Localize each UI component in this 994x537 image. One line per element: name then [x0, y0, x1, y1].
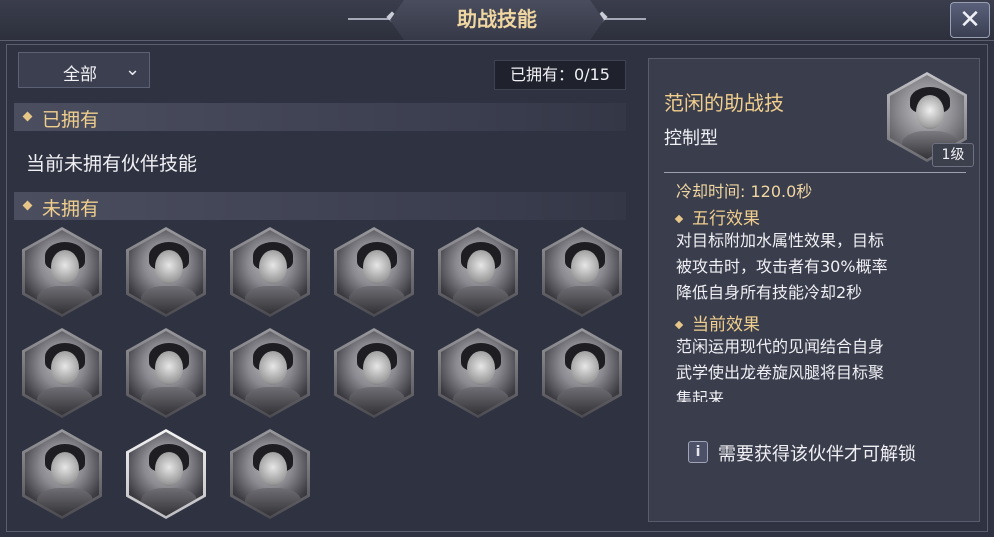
- long-hair-man-portrait: [25, 331, 99, 415]
- youth-crown-portrait: [441, 331, 515, 415]
- hooded-elder-portrait: [25, 230, 99, 314]
- five-elements-title-text: 五行效果: [692, 209, 760, 229]
- young-woman-portrait: [545, 331, 619, 415]
- bearded-man-headband-portrait: [129, 331, 203, 415]
- current-effect-title-text: 当前效果: [692, 315, 760, 335]
- current-effect-line: 集起来: [676, 389, 725, 402]
- diamond-icon: [674, 214, 684, 224]
- young-man-headband-portrait: [129, 230, 203, 314]
- owned-empty-text: 当前未拥有伙伴技能: [26, 153, 198, 175]
- section-not-owned-header: 未拥有: [14, 192, 626, 220]
- lady-hairpin-portrait: [233, 432, 307, 516]
- five-elements-title: 五行效果: [674, 204, 760, 229]
- close-button[interactable]: ✕: [950, 2, 990, 38]
- level-badge: 1级: [932, 143, 974, 167]
- unlock-requirement-text: 需要获得该伙伴才可解锁: [718, 444, 916, 465]
- five-elements-line: 被攻击时，攻击者有30%概率: [676, 257, 888, 276]
- fan-xian-portrait: [129, 432, 203, 516]
- section-owned-header: 已拥有: [14, 103, 626, 131]
- section-not-owned-label: 未拥有: [42, 198, 100, 220]
- diamond-icon: [22, 200, 33, 211]
- chevron-down-icon: ⌄: [125, 59, 141, 80]
- current-effect-text: 范闲运用现代的见闻结合自身 武学使出龙卷旋风腿将目标聚 集起来: [676, 334, 956, 402]
- five-elements-text: 对目标附加水属性效果，目标 被攻击时，攻击者有30%概率 降低自身所有技能冷却2…: [676, 228, 956, 306]
- detail-divider: [664, 172, 966, 173]
- title-ornament-right: [602, 18, 646, 20]
- current-effect-title: 当前效果: [674, 310, 760, 335]
- skill-description-scroll[interactable]: 冷却时间: 120.0秒 五行效果 对目标附加水属性效果，目标 被攻击时，攻击者…: [660, 176, 960, 402]
- young-man-topknot-portrait: [545, 230, 619, 314]
- official-hat-man-portrait: [25, 432, 99, 516]
- owned-count: 已拥有：0/15: [494, 60, 626, 90]
- diamond-icon: [22, 111, 33, 122]
- cooldown-text: 冷却时间: 120.0秒: [676, 182, 813, 201]
- current-effect-line: 武学使出龙卷旋风腿将目标聚: [676, 363, 885, 382]
- filter-dropdown[interactable]: 全部 ⌄: [18, 52, 150, 88]
- long-hair-swordsman-portrait: [233, 230, 307, 314]
- title-ornament-left: [348, 18, 392, 20]
- blindfolded-man-portrait: [441, 230, 515, 314]
- white-haired-elder-portrait: [337, 230, 411, 314]
- filter-selected-value: 全部: [63, 65, 97, 85]
- five-elements-line: 对目标附加水属性效果，目标: [676, 231, 885, 250]
- info-icon: i: [688, 441, 708, 463]
- page-title: 助战技能: [457, 7, 537, 31]
- skill-name: 范闲的助战技: [664, 91, 784, 115]
- five-elements-line: 降低自身所有技能冷却2秒: [676, 283, 863, 302]
- section-owned-label: 已拥有: [42, 109, 100, 131]
- close-icon: ✕: [959, 5, 981, 35]
- masked-man-portrait: [233, 331, 307, 415]
- current-effect-line: 范闲运用现代的见闻结合自身: [676, 337, 885, 356]
- armored-man-portrait: [337, 331, 411, 415]
- skill-type: 控制型: [664, 128, 718, 149]
- diamond-icon: [674, 320, 684, 330]
